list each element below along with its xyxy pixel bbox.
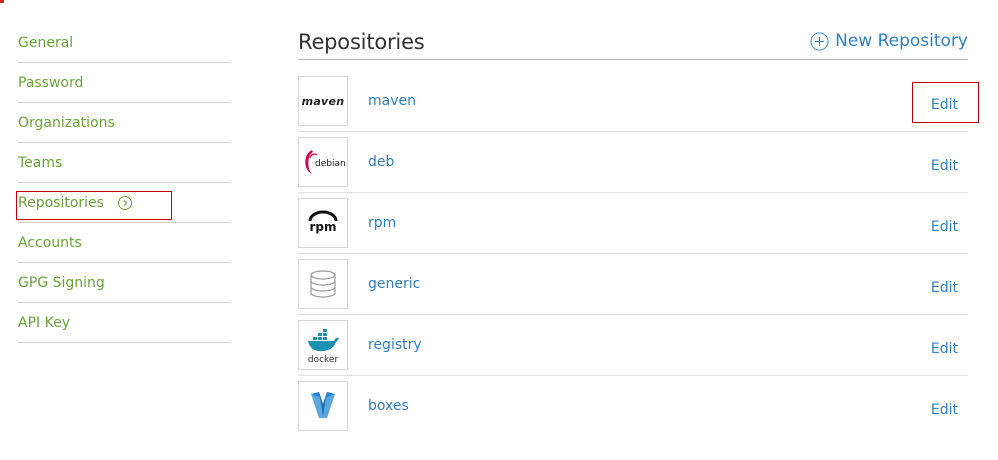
chevron-right-icon (117, 195, 132, 210)
svg-text:rpm: rpm (309, 220, 336, 234)
repository-row-generic: generic Edit (298, 254, 968, 315)
repository-name-link[interactable]: rpm (368, 215, 396, 231)
database-icon (298, 259, 348, 309)
header-divider (298, 59, 968, 60)
rpm-logo: rpm (298, 198, 348, 248)
sidebar-item-label: Password (18, 74, 84, 91)
docker-whale-icon: docker (308, 329, 339, 365)
vagrant-logo (298, 381, 348, 431)
sidebar-item-label: Repositories (18, 194, 104, 211)
new-repository-label: New Repository (835, 31, 968, 51)
sidebar-item-label: Teams (18, 154, 63, 171)
edit-link[interactable]: Edit (931, 280, 958, 296)
repository-name-link[interactable]: registry (368, 337, 422, 353)
sidebar-item-organizations[interactable]: Organizations (18, 103, 231, 143)
repository-row-deb: debian deb Edit (298, 132, 968, 193)
sidebar-item-general[interactable]: General (18, 23, 231, 63)
maven-logo: maven (298, 76, 348, 126)
repository-row-boxes: boxes Edit (298, 376, 968, 437)
edit-link[interactable]: Edit (931, 402, 958, 418)
debian-swirl-icon: debian (305, 150, 346, 174)
edit-link[interactable]: Edit (931, 341, 958, 357)
edit-link[interactable]: Edit (931, 158, 958, 174)
sidebar-item-label: Accounts (18, 234, 82, 251)
plus-circle-icon (810, 31, 829, 51)
repository-name-link[interactable]: deb (368, 154, 394, 170)
sidebar-item-api-key[interactable]: API Key (18, 303, 231, 343)
sidebar-item-gpg-signing[interactable]: GPG Signing (18, 263, 231, 303)
repository-row-registry: docker registry Edit (298, 315, 968, 376)
svg-text:docker: docker (308, 355, 339, 365)
debian-logo: debian (298, 137, 348, 187)
sidebar-item-teams[interactable]: Teams (18, 143, 231, 183)
repository-name-link[interactable]: boxes (368, 398, 409, 414)
sidebar-item-label: Organizations (18, 114, 115, 131)
repository-name-link[interactable]: generic (368, 276, 420, 292)
sidebar-item-label: General (18, 34, 74, 51)
sidebar-item-accounts[interactable]: Accounts (18, 223, 231, 263)
svg-text:debian: debian (315, 159, 346, 169)
page-title: Repositories (298, 30, 425, 54)
edit-link[interactable]: Edit (931, 97, 958, 113)
settings-sidebar: General Password Organizations Teams Rep… (16, 23, 231, 343)
repository-row-maven: maven maven Edit (298, 71, 968, 132)
sidebar-item-label: API Key (18, 314, 70, 331)
docker-logo: docker (298, 320, 348, 370)
sidebar-item-password[interactable]: Password (18, 63, 231, 103)
repository-list: maven maven Edit debian deb Edit rpm rpm… (298, 71, 968, 437)
corner-mark (0, 0, 4, 3)
new-repository-button[interactable]: New Repository (810, 31, 968, 51)
repository-name-link[interactable]: maven (368, 93, 416, 109)
edit-link[interactable]: Edit (931, 219, 958, 235)
sidebar-item-label: GPG Signing (18, 274, 105, 291)
rpm-icon: rpm (308, 210, 338, 234)
sidebar-item-repositories[interactable]: Repositories (16, 183, 231, 223)
repository-row-rpm: rpm rpm Edit (298, 193, 968, 254)
